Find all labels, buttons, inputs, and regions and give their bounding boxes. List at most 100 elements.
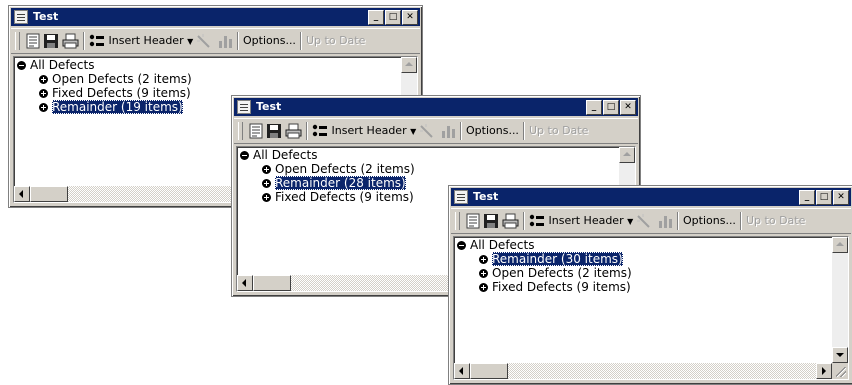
title-bar[interactable]: Test _ □ ✕: [451, 188, 851, 206]
expand-icon[interactable]: [262, 165, 271, 174]
close-button[interactable]: ✕: [402, 10, 418, 25]
tree-item[interactable]: Remainder (30 items): [457, 252, 632, 267]
app-icon[interactable]: [237, 100, 251, 114]
scroll-up-button[interactable]: [832, 237, 848, 253]
magic-wand-icon[interactable]: [635, 212, 651, 230]
dropdown-arrow-icon[interactable]: ▼: [410, 127, 416, 136]
tree-root[interactable]: All Defects: [240, 149, 415, 163]
window-title: Test: [256, 100, 282, 113]
maximize-button[interactable]: □: [385, 10, 401, 25]
dropdown-arrow-icon[interactable]: ▼: [627, 217, 633, 226]
options-button[interactable]: Options...: [683, 212, 736, 230]
expand-icon[interactable]: [39, 75, 48, 84]
close-button[interactable]: ✕: [833, 190, 849, 205]
minimize-button[interactable]: _: [799, 190, 815, 205]
expand-icon[interactable]: [262, 179, 271, 188]
magic-wand-icon[interactable]: [418, 122, 434, 140]
tree-item[interactable]: Open Defects (2 items): [17, 73, 192, 87]
app-icon[interactable]: [454, 190, 468, 204]
print-icon[interactable]: [285, 122, 302, 140]
window-title: Test: [473, 190, 499, 203]
toolbar: Insert Header ▼ Options... Up to Date: [11, 28, 420, 54]
chart-icon[interactable]: [657, 212, 673, 230]
title-bar[interactable]: Test _ □ ✕: [234, 98, 638, 116]
scroll-left-button[interactable]: [454, 363, 470, 379]
vertical-scrollbar[interactable]: [832, 237, 848, 363]
save-icon[interactable]: [266, 122, 282, 140]
chart-icon[interactable]: [217, 32, 233, 50]
scroll-thumb[interactable]: [470, 363, 508, 379]
tree-item-label: Open Defects (2 items): [275, 162, 415, 176]
report-icon[interactable]: [248, 122, 264, 140]
tree-item-label: Remainder (30 items): [492, 252, 623, 266]
expand-icon[interactable]: [479, 269, 488, 278]
resize-grip[interactable]: [832, 363, 848, 379]
toolbar: Insert Header ▼ Options... Up to Date: [451, 208, 851, 234]
scroll-left-button[interactable]: [237, 275, 253, 291]
up-to-date-button[interactable]: Up to Date: [746, 212, 805, 230]
insert-header-label: Insert Header: [548, 214, 624, 227]
app-icon[interactable]: [14, 10, 28, 24]
tree-item-label: Fixed Defects (9 items): [492, 280, 631, 294]
insert-header-button[interactable]: Insert Header ▼: [529, 212, 633, 231]
chart-icon[interactable]: [440, 122, 456, 140]
report-icon[interactable]: [465, 212, 481, 230]
scroll-up-button[interactable]: [619, 147, 635, 163]
scroll-thumb[interactable]: [253, 275, 291, 291]
toolbar-grip[interactable]: [455, 212, 460, 230]
print-icon[interactable]: [62, 32, 79, 50]
insert-header-icon: [529, 214, 544, 227]
title-bar[interactable]: Test _ □ ✕: [11, 8, 420, 26]
scroll-up-button[interactable]: [401, 57, 417, 73]
insert-header-button[interactable]: Insert Header ▼: [312, 122, 416, 141]
up-to-date-button[interactable]: Up to Date: [306, 32, 365, 50]
report-icon[interactable]: [25, 32, 41, 50]
collapse-icon[interactable]: [240, 151, 249, 160]
tree-item[interactable]: Fixed Defects (9 items): [457, 281, 632, 295]
up-to-date-button[interactable]: Up to Date: [529, 122, 588, 140]
maximize-button[interactable]: □: [603, 100, 619, 115]
tree-item[interactable]: Remainder (28 items): [240, 176, 415, 191]
tree-item[interactable]: Open Defects (2 items): [457, 267, 632, 281]
scroll-down-button[interactable]: [832, 347, 848, 363]
insert-header-icon: [312, 124, 327, 137]
print-icon[interactable]: [502, 212, 519, 230]
insert-header-label: Insert Header: [108, 34, 184, 47]
collapse-icon[interactable]: [457, 241, 466, 250]
options-button[interactable]: Options...: [466, 122, 519, 140]
scroll-right-button[interactable]: [816, 363, 832, 379]
expand-icon[interactable]: [479, 255, 488, 264]
save-icon[interactable]: [483, 212, 499, 230]
scroll-thumb[interactable]: [30, 186, 68, 202]
save-icon[interactable]: [43, 32, 59, 50]
dropdown-arrow-icon[interactable]: ▼: [187, 37, 193, 46]
minimize-button[interactable]: _: [368, 10, 384, 25]
insert-header-button[interactable]: Insert Header ▼: [89, 32, 193, 51]
options-button[interactable]: Options...: [243, 32, 296, 50]
tree-item[interactable]: Open Defects (2 items): [240, 163, 415, 177]
expand-icon[interactable]: [39, 89, 48, 98]
scroll-left-button[interactable]: [14, 186, 30, 202]
expand-icon[interactable]: [262, 193, 271, 202]
collapse-icon[interactable]: [17, 61, 26, 70]
maximize-button[interactable]: □: [816, 190, 832, 205]
close-button[interactable]: ✕: [620, 100, 636, 115]
expand-icon[interactable]: [479, 283, 488, 292]
expand-icon[interactable]: [39, 103, 48, 112]
toolbar-grip[interactable]: [15, 32, 20, 50]
tree-item-label: Open Defects (2 items): [52, 72, 192, 86]
tree-item[interactable]: Fixed Defects (9 items): [240, 191, 415, 205]
tree-item-label: Open Defects (2 items): [492, 266, 632, 280]
tree-view[interactable]: All Defects Remainder (30 items) Open De…: [453, 236, 849, 380]
tree-root[interactable]: All Defects: [457, 239, 632, 253]
toolbar: Insert Header ▼ Options... Up to Date: [234, 118, 638, 144]
tree-item[interactable]: Remainder (19 items): [17, 100, 192, 115]
window-title: Test: [33, 10, 59, 23]
minimize-button[interactable]: _: [586, 100, 602, 115]
tree-root[interactable]: All Defects: [17, 59, 192, 73]
toolbar-grip[interactable]: [238, 122, 243, 140]
tree-root-label: All Defects: [470, 238, 535, 252]
magic-wand-icon[interactable]: [195, 32, 211, 50]
tree-item[interactable]: Fixed Defects (9 items): [17, 87, 192, 101]
horizontal-scrollbar[interactable]: [454, 363, 832, 379]
